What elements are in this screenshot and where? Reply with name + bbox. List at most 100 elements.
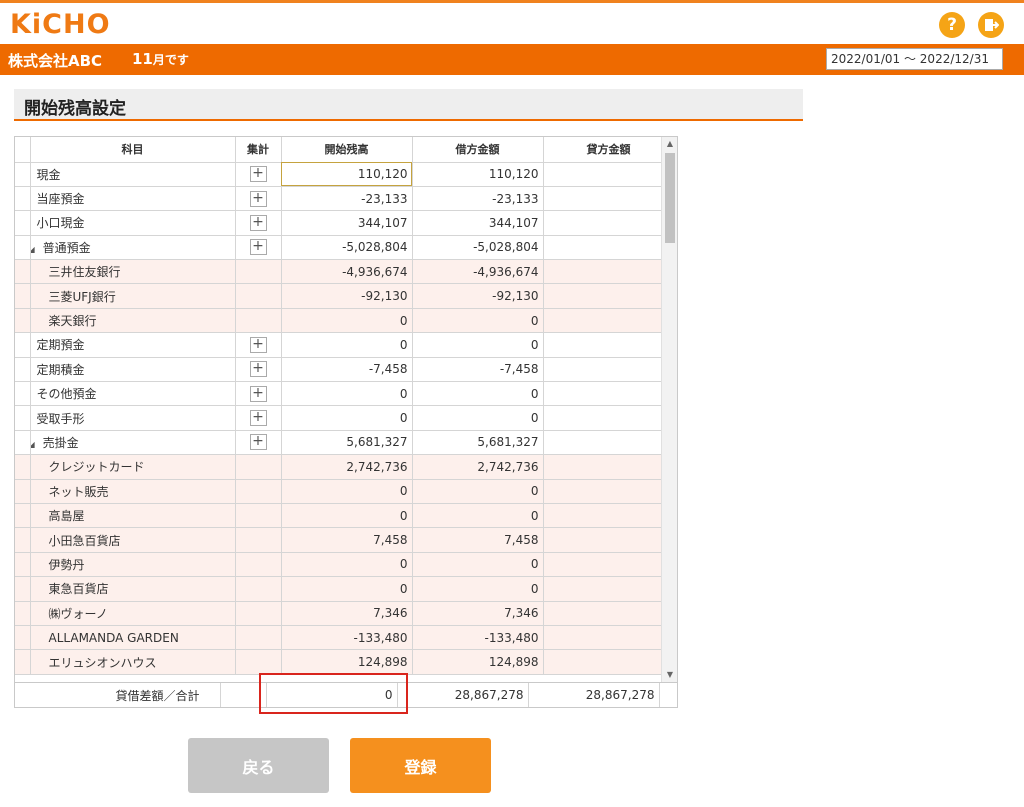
credit-cell[interactable] <box>543 552 675 578</box>
debit-cell: -23,133 <box>412 186 544 212</box>
account-name: 現金 <box>36 167 61 182</box>
table-row[interactable]: 楽天銀行 0 0 <box>15 308 675 334</box>
table-row[interactable]: ALLAMANDA GARDEN -133,480 -133,480 <box>15 625 675 651</box>
plus-icon[interactable]: + <box>249 239 267 256</box>
plus-icon[interactable]: + <box>249 410 267 427</box>
row-spacer <box>15 527 31 553</box>
opening-balance-cell[interactable]: 0 <box>281 308 413 334</box>
plus-icon[interactable]: + <box>249 361 267 378</box>
credit-cell[interactable] <box>543 259 675 285</box>
top-header: KiCHO ? <box>0 0 1024 44</box>
table-row[interactable]: 高島屋 0 0 <box>15 503 675 529</box>
register-button[interactable]: 登録 <box>350 738 491 793</box>
opening-balance-cell[interactable]: 124,898 <box>281 649 413 675</box>
opening-balance-cell[interactable]: 0 <box>281 381 413 407</box>
table-row[interactable]: 受取手形 +0 0 <box>15 405 675 431</box>
table-row[interactable]: 定期預金 +0 0 <box>15 332 675 358</box>
table-row[interactable]: 現金 +110,120 110,120 <box>15 162 675 187</box>
plus-icon[interactable]: + <box>249 166 267 183</box>
table-row[interactable]: 小口現金 +344,107 344,107 <box>15 210 675 236</box>
account-name: エリュシオンハウス <box>48 655 157 670</box>
credit-cell[interactable] <box>543 625 675 651</box>
grid-header-row: 科目 集計 開始残高 借方金額 貸方金額 <box>15 137 675 163</box>
plus-icon[interactable]: + <box>249 190 267 207</box>
opening-balance-cell[interactable]: 7,346 <box>281 601 413 626</box>
opening-balance-cell[interactable]: -133,480 <box>281 625 413 651</box>
credit-cell[interactable] <box>543 454 675 480</box>
credit-cell[interactable] <box>543 649 675 675</box>
scroll-thumb[interactable] <box>665 153 675 243</box>
account-name-cell: 高島屋 <box>30 503 236 529</box>
plus-icon[interactable]: + <box>249 336 267 353</box>
credit-cell[interactable] <box>543 479 675 504</box>
table-row[interactable]: 三菱UFJ銀行 -92,130 -92,130 <box>15 283 675 309</box>
plus-icon[interactable]: + <box>249 214 267 231</box>
opening-balance-cell[interactable]: 7,458 <box>281 527 413 553</box>
opening-balance-cell[interactable]: 0 <box>281 503 413 529</box>
highlight-annotation <box>259 673 408 714</box>
debit-cell: -92,130 <box>412 283 544 309</box>
scroll-down-arrow-icon[interactable]: ▼ <box>662 668 678 682</box>
table-row[interactable]: 東急百貨店 0 0 <box>15 576 675 602</box>
opening-balance-cell[interactable]: 0 <box>281 576 413 602</box>
opening-balance-cell[interactable]: -7,458 <box>281 357 413 383</box>
opening-balance-cell[interactable]: 344,107 <box>281 210 413 236</box>
table-row[interactable]: 小田急百貨店 7,458 7,458 <box>15 527 675 553</box>
grid-scrollbar[interactable]: ▲ ▼ <box>661 137 677 682</box>
table-row[interactable]: ネット販売 0 0 <box>15 479 675 504</box>
table-row[interactable]: ㈱ヴォーノ 7,346 7,346 <box>15 601 675 626</box>
table-row[interactable]: ◢ 普通預金 + -5,028,804-5,028,804 <box>15 235 675 261</box>
table-row[interactable]: 定期積金 + -7,458 -7,458 <box>15 357 675 383</box>
table-row[interactable]: エリュシオンハウス 124,898 124,898 <box>15 649 675 675</box>
credit-cell[interactable] <box>543 527 675 553</box>
aggregate-cell <box>235 552 282 578</box>
credit-cell[interactable] <box>543 308 675 334</box>
opening-balance-cell[interactable]: -5,028,804 <box>281 235 413 261</box>
opening-balance-cell[interactable]: -23,133 <box>281 186 413 212</box>
table-row[interactable]: クレジットカード 2,742,736 2,742,736 <box>15 454 675 480</box>
scroll-up-arrow-icon[interactable]: ▲ <box>662 137 678 151</box>
aggregate-cell: + <box>235 332 282 358</box>
account-name: 三井住友銀行 <box>48 265 121 280</box>
credit-cell[interactable] <box>543 357 675 383</box>
kicho-logo[interactable]: KiCHO <box>10 9 111 40</box>
back-button[interactable]: 戻る <box>188 738 329 793</box>
opening-balance-cell[interactable]: 0 <box>281 332 413 358</box>
debit-cell: 5,681,327 <box>412 430 544 456</box>
opening-balance-cell[interactable]: 2,742,736 <box>281 454 413 480</box>
expand-triangle-icon[interactable]: ◢ <box>30 440 35 449</box>
credit-cell[interactable] <box>543 381 675 407</box>
credit-cell[interactable] <box>543 601 675 626</box>
credit-cell[interactable] <box>543 283 675 309</box>
opening-balance-cell[interactable]: 0 <box>281 479 413 504</box>
credit-cell[interactable] <box>543 210 675 236</box>
credit-cell[interactable] <box>543 186 675 212</box>
opening-balance-cell[interactable]: -4,936,674 <box>281 259 413 285</box>
credit-cell[interactable] <box>543 235 675 261</box>
credit-cell[interactable] <box>543 430 675 456</box>
opening-balance-cell[interactable]: 0 <box>281 552 413 578</box>
plus-icon[interactable]: + <box>249 385 267 402</box>
table-row[interactable]: ◢ 売掛金 +5,681,3275,681,327 <box>15 430 675 456</box>
row-spacer <box>15 357 31 383</box>
opening-balance-cell[interactable]: -92,130 <box>281 283 413 309</box>
plus-icon[interactable]: + <box>249 434 267 451</box>
row-spacer <box>15 186 31 212</box>
credit-cell[interactable] <box>543 162 675 187</box>
credit-cell[interactable] <box>543 503 675 529</box>
help-icon[interactable]: ? <box>939 12 965 38</box>
logout-icon[interactable] <box>978 12 1004 38</box>
table-row[interactable]: その他預金 +0 0 <box>15 381 675 407</box>
table-row[interactable]: 三井住友銀行 -4,936,674 -4,936,674 <box>15 259 675 285</box>
table-row[interactable]: 伊勢丹 0 0 <box>15 552 675 578</box>
opening-balance-cell[interactable]: 0 <box>281 405 413 431</box>
row-spacer <box>15 503 31 529</box>
credit-cell[interactable] <box>543 405 675 431</box>
opening-balance-cell[interactable]: 110,120 <box>281 162 413 187</box>
table-row[interactable]: 当座預金 + -23,133 -23,133 <box>15 186 675 212</box>
credit-cell[interactable] <box>543 576 675 602</box>
expand-triangle-icon[interactable]: ◢ <box>30 245 35 254</box>
opening-balance-cell[interactable]: 5,681,327 <box>281 430 413 456</box>
credit-cell[interactable] <box>543 332 675 358</box>
account-name-cell: 定期預金 <box>30 332 236 358</box>
